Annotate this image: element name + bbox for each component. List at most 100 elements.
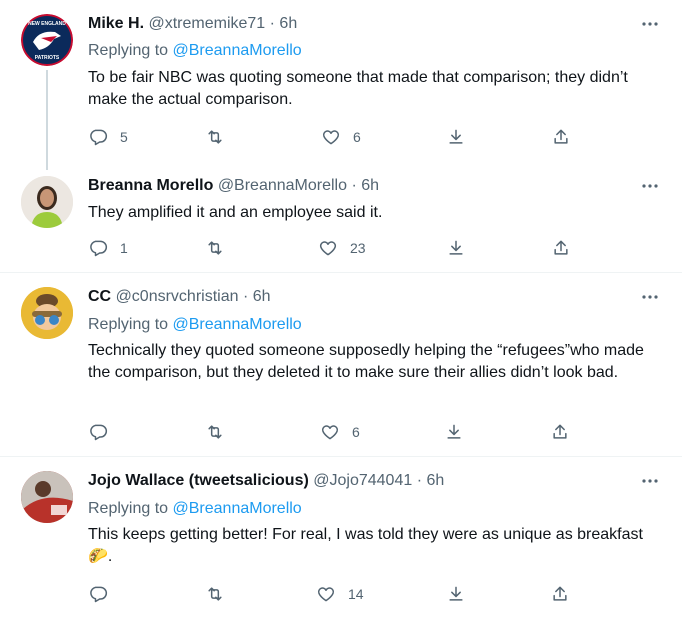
avatar[interactable] <box>21 176 73 228</box>
reply-icon <box>90 586 108 603</box>
replying-to-prefix: Replying to <box>88 316 169 333</box>
share-icon <box>554 129 568 144</box>
tweet-actions: 5 6 <box>88 126 588 148</box>
tweet-header: Jojo Wallace (tweetsalicious) @Jojo74404… <box>88 471 444 491</box>
more-options-icon[interactable] <box>640 287 660 307</box>
user-handle[interactable]: @xtrememike71 <box>148 15 265 32</box>
like-button[interactable]: 6 <box>321 126 361 148</box>
retweet-button[interactable] <box>205 583 237 605</box>
separator-dot: · <box>269 15 275 32</box>
avatar[interactable]: NEW ENGLAND PATRIOTS <box>21 14 73 66</box>
retweet-icon <box>208 130 222 144</box>
bookmark-button[interactable] <box>446 583 466 605</box>
tweet-text: To be fair NBC was quoting someone that … <box>88 69 628 108</box>
separator-dot: · <box>416 472 423 489</box>
reply-icon <box>90 240 108 257</box>
user-handle[interactable]: @BreannaMorello <box>218 177 347 194</box>
timestamp[interactable]: 6h <box>253 288 271 305</box>
replying-to-mention[interactable]: @BreannaMorello <box>173 42 302 59</box>
tweet-header: Breanna Morello @BreannaMorello · 6h <box>88 176 379 196</box>
share-icon <box>554 240 568 255</box>
profile-photo-icon <box>21 287 73 339</box>
reply-button[interactable]: 5 <box>88 126 128 148</box>
tweet[interactable]: Breanna Morello @BreannaMorello · 6h The… <box>0 162 682 273</box>
more-options-icon[interactable] <box>640 14 660 34</box>
display-name[interactable]: Mike H. <box>88 15 144 32</box>
tweet-actions: 1 23 <box>88 237 588 259</box>
share-button[interactable] <box>551 126 571 148</box>
heart-icon <box>322 130 340 145</box>
heart-icon <box>319 241 337 256</box>
replying-to-prefix: Replying to <box>88 500 169 517</box>
display-name[interactable]: Breanna Morello <box>88 177 213 194</box>
bookmark-button[interactable] <box>446 126 466 148</box>
reply-count: 5 <box>120 129 128 145</box>
avatar[interactable] <box>21 287 73 339</box>
retweet-icon <box>208 425 222 439</box>
share-icon <box>553 586 567 601</box>
replying-to: Replying to @BreannaMorello <box>88 499 302 519</box>
display-name[interactable]: Jojo Wallace (tweetsalicious) <box>88 472 309 489</box>
more-options-icon[interactable] <box>640 471 660 491</box>
replying-to-prefix: Replying to <box>88 42 169 59</box>
tweet-text: They amplified it and an employee said i… <box>88 204 383 221</box>
separator-dot: · <box>351 177 357 194</box>
like-button[interactable]: 6 <box>320 421 360 443</box>
logo-text-bottom: PATRIOTS <box>35 55 60 61</box>
reply-count: 1 <box>120 240 128 256</box>
retweet-button[interactable] <box>205 421 237 443</box>
tweet-text: This keeps getting better! For real, I w… <box>88 526 643 565</box>
share-button[interactable] <box>550 421 570 443</box>
share-icon <box>553 424 567 439</box>
display-name[interactable]: CC <box>88 288 111 305</box>
thread-connector-line <box>46 70 48 170</box>
retweet-icon <box>208 587 222 601</box>
separator-dot: · <box>242 288 249 305</box>
retweet-icon <box>208 241 222 255</box>
bookmark-button[interactable] <box>444 421 464 443</box>
patriots-logo-icon: NEW ENGLAND PATRIOTS <box>21 14 73 66</box>
user-handle[interactable]: @c0nsrvchristian <box>116 288 239 305</box>
tweet[interactable]: NEW ENGLAND PATRIOTS Mike H. @xtrememike… <box>0 0 682 170</box>
replying-to: Replying to @BreannaMorello <box>88 41 302 61</box>
arrow-down-tray-icon <box>449 129 463 144</box>
replying-to: Replying to @BreannaMorello <box>88 315 302 335</box>
reply-icon <box>90 129 108 146</box>
tweet[interactable]: CC @c0nsrvchristian · 6h Replying to @Br… <box>0 273 682 457</box>
share-button[interactable] <box>550 583 570 605</box>
arrow-down-tray-icon <box>449 240 463 255</box>
timestamp[interactable]: 6h <box>279 15 297 32</box>
reply-icon <box>90 424 108 441</box>
arrow-down-tray-icon <box>449 586 463 601</box>
timestamp[interactable]: 6h <box>426 472 444 489</box>
like-count: 6 <box>353 129 361 145</box>
like-count: 6 <box>352 424 360 440</box>
reply-button[interactable] <box>88 583 120 605</box>
like-count: 23 <box>350 240 366 256</box>
replying-to-mention[interactable]: @BreannaMorello <box>173 500 302 517</box>
retweet-button[interactable] <box>205 126 237 148</box>
like-button[interactable]: 14 <box>316 583 364 605</box>
share-button[interactable] <box>551 237 571 259</box>
tweet-actions: 14 <box>88 583 588 605</box>
more-options-icon[interactable] <box>640 176 660 196</box>
reply-button[interactable] <box>88 421 120 443</box>
avatar[interactable] <box>21 471 73 523</box>
like-count: 14 <box>348 586 364 602</box>
replying-to-mention[interactable]: @BreannaMorello <box>173 316 302 333</box>
heart-icon <box>321 425 339 440</box>
timestamp[interactable]: 6h <box>361 177 379 194</box>
reply-button[interactable]: 1 <box>88 237 128 259</box>
logo-text-top: NEW ENGLAND <box>28 21 66 27</box>
tweet-header: CC @c0nsrvchristian · 6h <box>88 287 271 307</box>
tweet-actions: 6 <box>88 421 588 443</box>
user-handle[interactable]: @Jojo744041 <box>313 472 412 489</box>
retweet-button[interactable] <box>205 237 237 259</box>
like-button[interactable]: 23 <box>318 237 366 259</box>
profile-photo-icon <box>21 176 73 228</box>
profile-photo-icon <box>21 471 73 523</box>
heart-icon <box>317 587 335 602</box>
bookmark-button[interactable] <box>446 237 466 259</box>
tweet-header: Mike H. @xtrememike71 · 6h <box>88 14 297 34</box>
tweet[interactable]: Jojo Wallace (tweetsalicious) @Jojo74404… <box>0 457 682 621</box>
